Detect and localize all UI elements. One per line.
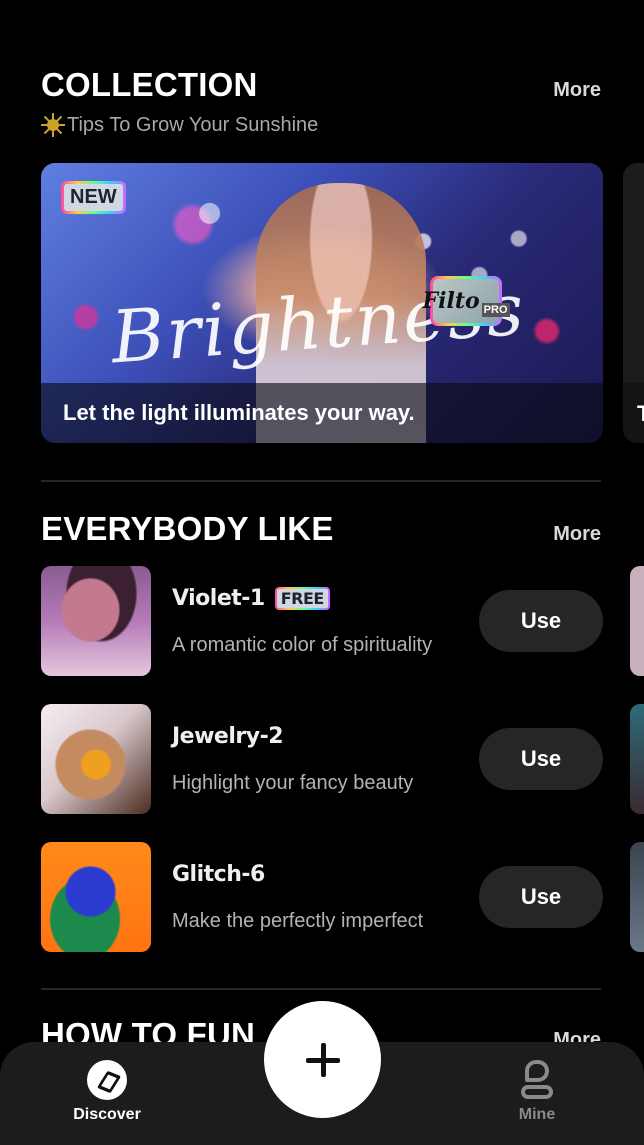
everybody-like-title: EVERYBODY LIKE bbox=[41, 510, 334, 547]
filter-description: Highlight your fancy beauty bbox=[172, 772, 414, 794]
filter-list-item[interactable]: Glitch-6 Make the perfectly imperfect Us… bbox=[41, 842, 603, 952]
pro-label: PRO bbox=[481, 303, 510, 317]
filter-description: A romantic color of spirituality bbox=[172, 634, 433, 656]
filto-logo: Filto bbox=[422, 288, 480, 314]
filter-thumbnail bbox=[41, 566, 151, 676]
banner-caption-text: Let the light illuminates your way. bbox=[63, 400, 415, 425]
sun-icon bbox=[41, 113, 65, 137]
collection-header: COLLECTION More bbox=[41, 66, 601, 104]
compass-icon bbox=[87, 1060, 127, 1100]
filter-thumbnail bbox=[41, 704, 151, 814]
tab-mine[interactable]: Mine bbox=[502, 1060, 572, 1124]
everybody-like-header: EVERYBODY LIKE More bbox=[41, 510, 601, 548]
section-divider bbox=[41, 988, 601, 990]
filter-name: Glitch-6 bbox=[172, 862, 265, 887]
plus-icon bbox=[305, 1042, 340, 1077]
filter-list-item[interactable]: Violet-1 FREE A romantic color of spirit… bbox=[41, 566, 603, 676]
tab-discover[interactable]: Discover bbox=[72, 1060, 142, 1124]
tab-discover-label: Discover bbox=[73, 1106, 141, 1123]
collection-title: COLLECTION bbox=[41, 66, 258, 103]
person-icon bbox=[519, 1060, 555, 1100]
next-card-caption: T bbox=[637, 401, 644, 426]
collection-subtitle-text: Tips To Grow Your Sunshine bbox=[67, 113, 319, 136]
filter-list-item[interactable]: Jewelry-2 Highlight your fancy beauty Us… bbox=[41, 704, 603, 814]
use-button[interactable]: Use bbox=[479, 590, 603, 652]
section-divider bbox=[41, 480, 601, 482]
filter-description: Make the perfectly imperfect bbox=[172, 910, 424, 932]
banner-caption: Let the light illuminates your way. bbox=[41, 383, 603, 443]
collection-more-link[interactable]: More bbox=[553, 79, 601, 102]
collection-subtitle: Tips To Grow Your Sunshine bbox=[41, 113, 318, 137]
tab-mine-label: Mine bbox=[518, 1106, 556, 1123]
create-button[interactable] bbox=[264, 1001, 381, 1118]
filter-name: Violet-1 bbox=[172, 586, 265, 611]
next-filter-thumbnail[interactable] bbox=[630, 842, 644, 952]
use-button[interactable]: Use bbox=[479, 866, 603, 928]
everybody-like-more-link[interactable]: More bbox=[553, 523, 601, 546]
collection-banner-card[interactable]: NEW Brightness Filto PRO Let the light i… bbox=[41, 163, 603, 443]
use-button[interactable]: Use bbox=[479, 728, 603, 790]
next-collection-card[interactable]: T bbox=[623, 163, 644, 443]
filter-thumbnail bbox=[41, 842, 151, 952]
next-filter-thumbnail[interactable] bbox=[630, 704, 644, 814]
filter-name: Jewelry-2 bbox=[172, 724, 284, 749]
next-filter-thumbnail[interactable] bbox=[630, 566, 644, 676]
filto-pro-badge: Filto PRO bbox=[423, 276, 510, 326]
free-badge: FREE bbox=[275, 587, 330, 610]
new-badge: NEW bbox=[61, 181, 126, 214]
